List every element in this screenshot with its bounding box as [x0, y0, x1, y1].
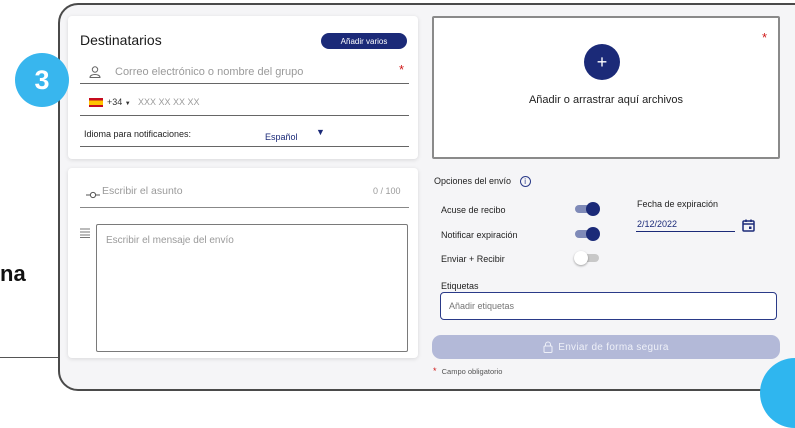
recipients-title: Destinatarios	[80, 32, 162, 48]
subject-underline	[80, 207, 409, 208]
expiration-underline	[636, 231, 735, 232]
phone-underline	[80, 115, 409, 116]
background-divider	[0, 357, 60, 358]
options-header: Opciones del envío i	[434, 176, 531, 187]
commit-icon	[86, 186, 100, 199]
send-secure-label: Enviar de forma segura	[558, 341, 669, 353]
send-secure-button[interactable]: Enviar de forma segura	[432, 335, 780, 359]
file-dropzone[interactable]: * + Añadir o arrastrar aquí archivos	[432, 16, 780, 159]
required-note-text: Campo obligatorio	[441, 367, 503, 376]
language-value: Español	[265, 132, 298, 142]
notify-expiration-toggle[interactable]	[575, 227, 600, 241]
tags-label: Etiquetas	[441, 281, 479, 291]
caret-down-icon: ▼	[316, 127, 325, 137]
subject-field[interactable]: Escribir el asunto	[102, 185, 183, 197]
step-badge: 3	[15, 53, 69, 107]
required-mark: *	[399, 62, 405, 77]
expiration-label: Fecha de expiración	[637, 199, 719, 209]
read-receipt-toggle[interactable]	[575, 202, 600, 216]
phone-field[interactable]: XXX XX XX XX	[138, 97, 200, 107]
toggle-label-send-receive: Enviar + Recibir	[441, 254, 505, 264]
user-icon	[89, 65, 101, 78]
phone-prefix-select[interactable]: +34 ▼	[107, 97, 131, 107]
lines-icon	[80, 225, 90, 238]
add-many-button[interactable]: Añadir varios	[321, 33, 407, 49]
options-title: Opciones del envío	[434, 176, 512, 186]
dropzone-required-mark: *	[762, 30, 768, 45]
message-body-placeholder: Escribir el mensaje del envío	[106, 235, 234, 246]
phone-prefix: +34	[107, 97, 123, 107]
language-select[interactable]: Español ▼	[265, 127, 341, 142]
language-underline	[80, 146, 409, 147]
calendar-icon[interactable]	[742, 219, 755, 232]
info-icon[interactable]: i	[519, 176, 531, 187]
background-text-fragment: na	[0, 261, 26, 286]
lock-icon	[543, 341, 553, 353]
email-field[interactable]: Correo electrónico o nombre del grupo	[115, 66, 385, 78]
required-note: * Campo obligatorio	[433, 366, 502, 376]
language-label: Idioma para notificaciones:	[84, 129, 192, 139]
recipients-card: Destinatarios Añadir varios Correo elect…	[68, 16, 418, 159]
message-body-field[interactable]: Escribir el mensaje del envío	[96, 224, 408, 352]
subject-counter: 0 / 100	[373, 186, 401, 196]
email-underline	[80, 83, 409, 84]
tags-input[interactable]	[440, 292, 777, 320]
send-receive-toggle[interactable]	[574, 251, 599, 265]
spain-flag-icon	[89, 98, 103, 107]
dropzone-label: Añadir o arrastrar aquí archivos	[528, 94, 684, 106]
toggle-label-read-receipt: Acuse de recibo	[441, 205, 506, 215]
message-card: Escribir el asunto 0 / 100 Escribir el m…	[68, 168, 418, 358]
required-note-mark: *	[433, 366, 437, 376]
add-file-button[interactable]: +	[584, 44, 620, 80]
toggle-label-notify-expiration: Notificar expiración	[441, 230, 518, 240]
expiration-date-field[interactable]: 2/12/2022	[637, 219, 677, 229]
chevron-down-icon: ▼	[124, 101, 131, 107]
